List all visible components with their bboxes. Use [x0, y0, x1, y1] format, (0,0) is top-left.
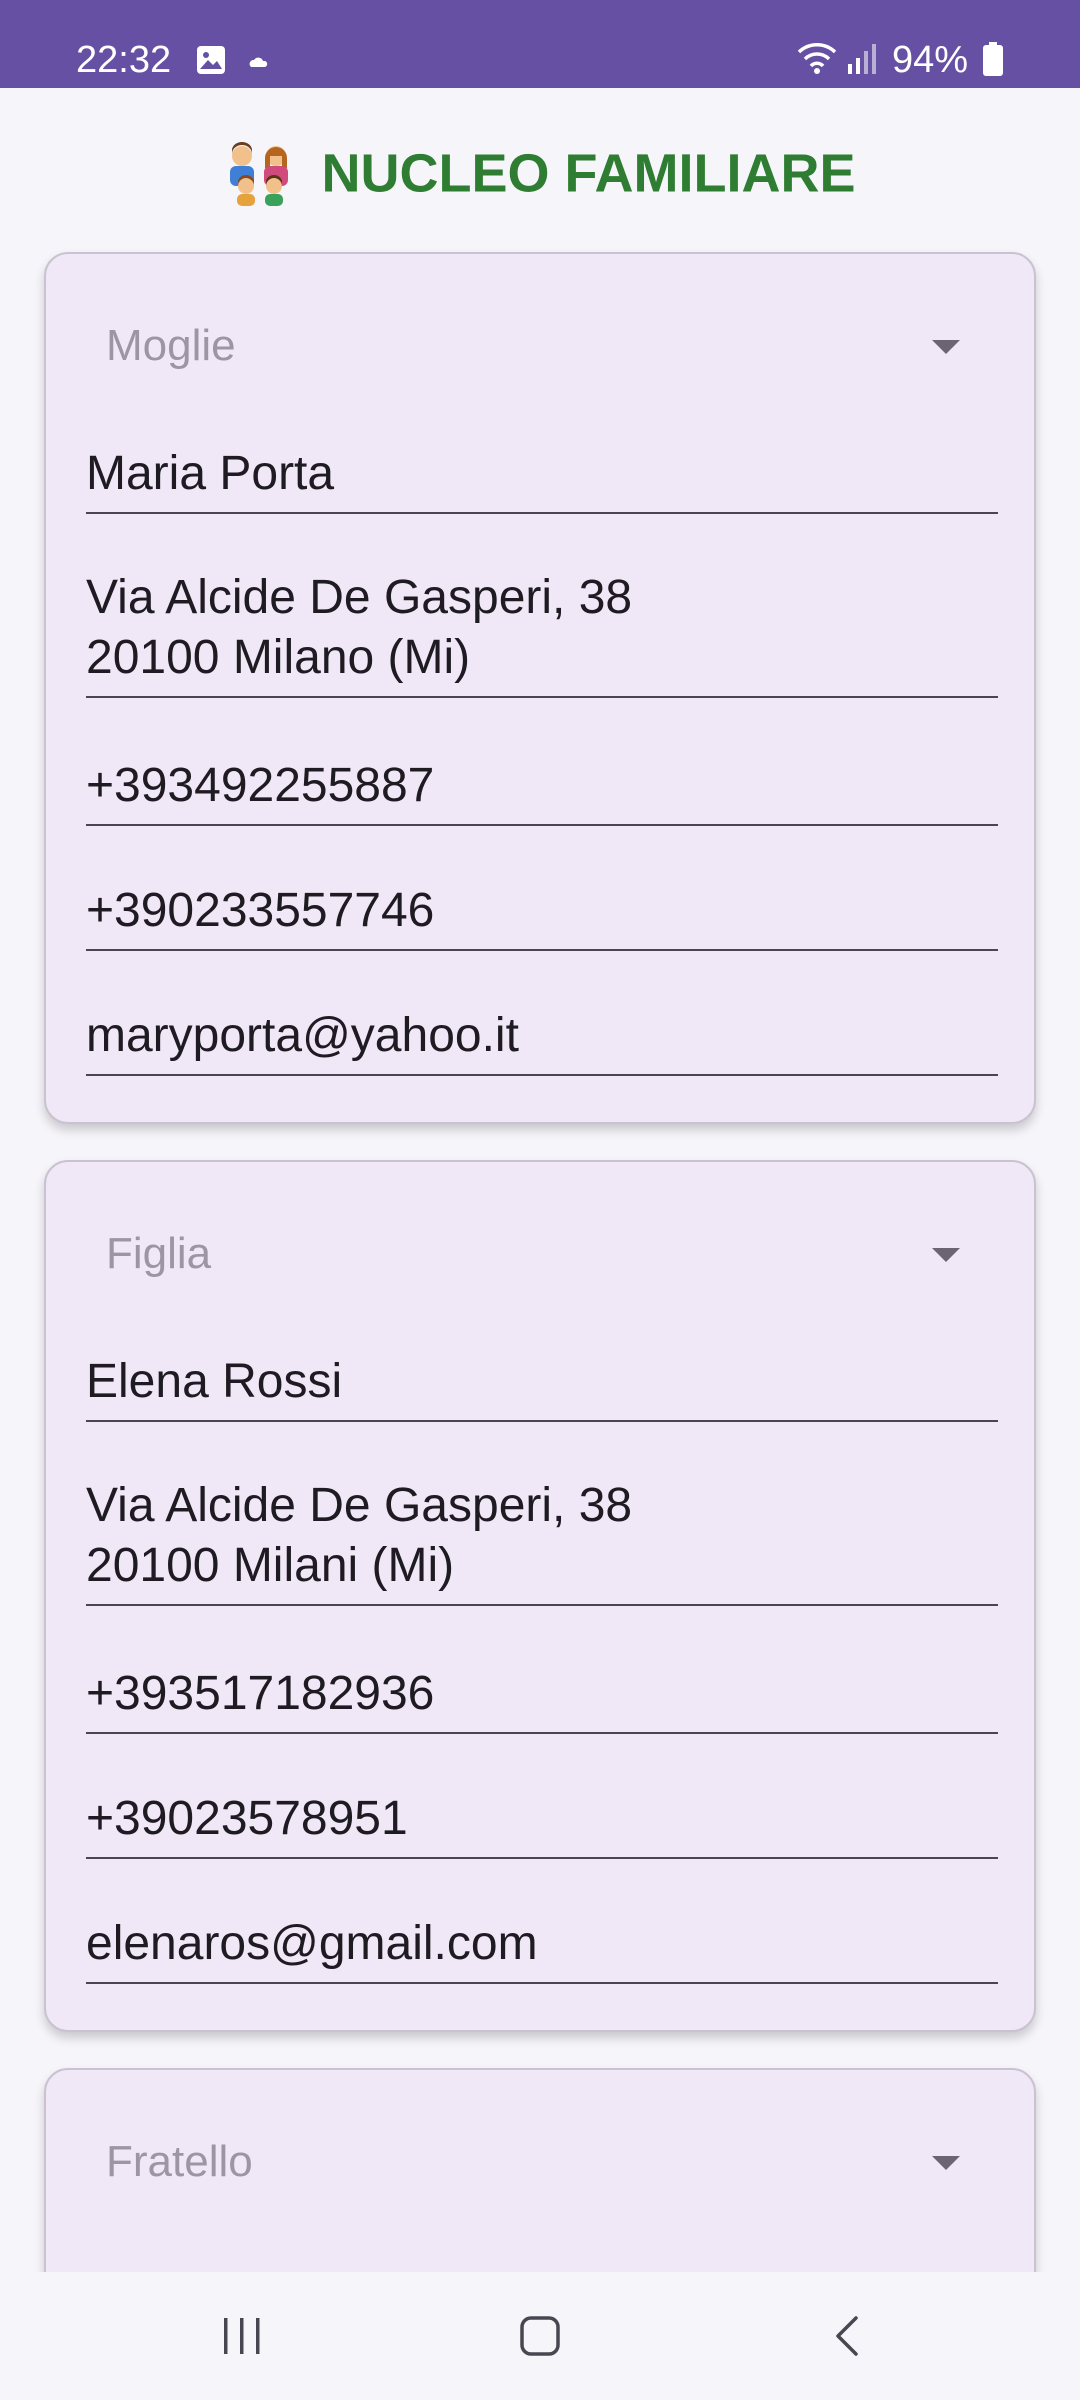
image-icon: [197, 46, 225, 74]
relation-dropdown[interactable]: Figlia: [106, 1214, 978, 1294]
battery-percentage: 94%: [892, 39, 969, 81]
home-icon[interactable]: [518, 2314, 562, 2358]
status-time: 22:32: [76, 39, 172, 81]
name-field[interactable]: Maria Porta: [86, 444, 998, 514]
status-bar: 22:32 94%: [0, 0, 1080, 88]
address-field[interactable]: Via Alcide De Gasperi, 38 20100 Milano (…: [86, 568, 998, 698]
relation-dropdown[interactable]: Moglie: [106, 306, 978, 386]
email-field[interactable]: elenaros@gmail.com: [86, 1914, 998, 1984]
mobile-field[interactable]: +393492255887: [86, 756, 998, 826]
email-field[interactable]: maryporta@yahoo.it: [86, 1006, 998, 1076]
navigation-bar: [0, 2272, 1080, 2400]
relation-value: Fratello: [106, 2137, 253, 2186]
phone-field[interactable]: +39023578951: [86, 1789, 998, 1859]
cloud-icon: [249, 57, 268, 67]
address-field[interactable]: Via Alcide De Gasperi, 38 20100 Milani (…: [86, 1476, 998, 1606]
relation-value: Figlia: [106, 1229, 212, 1278]
page-title-text: NUCLEO FAMILIARE: [321, 143, 856, 204]
battery-icon: [983, 42, 1003, 76]
family-member-card: Figlia Elena Rossi Via Alcide De Gasperi…: [44, 1160, 1036, 2032]
family-list[interactable]: Moglie Maria Porta Via Alcide De Gasperi…: [0, 230, 1080, 2272]
relation-dropdown[interactable]: Fratello: [106, 2122, 978, 2202]
phone-field[interactable]: +390233557746: [86, 881, 998, 951]
relation-value: Moglie: [106, 321, 236, 370]
signal-icon: [848, 44, 876, 74]
page-title: NUCLEO FAMILIARE: [0, 138, 1080, 206]
dropdown-arrow-icon: [932, 340, 960, 354]
dropdown-arrow-icon: [932, 1248, 960, 1262]
recents-icon[interactable]: [220, 2314, 264, 2358]
mobile-field[interactable]: +393517182936: [86, 1664, 998, 1734]
family-member-card: Moglie Maria Porta Via Alcide De Gasperi…: [44, 252, 1036, 1124]
wifi-icon: [797, 43, 837, 74]
dropdown-arrow-icon: [932, 2156, 960, 2170]
name-field[interactable]: Elena Rossi: [86, 1352, 998, 1422]
back-icon[interactable]: [826, 2314, 870, 2358]
family-emoji-icon: [230, 141, 289, 206]
family-member-card: Fratello: [44, 2068, 1036, 2272]
